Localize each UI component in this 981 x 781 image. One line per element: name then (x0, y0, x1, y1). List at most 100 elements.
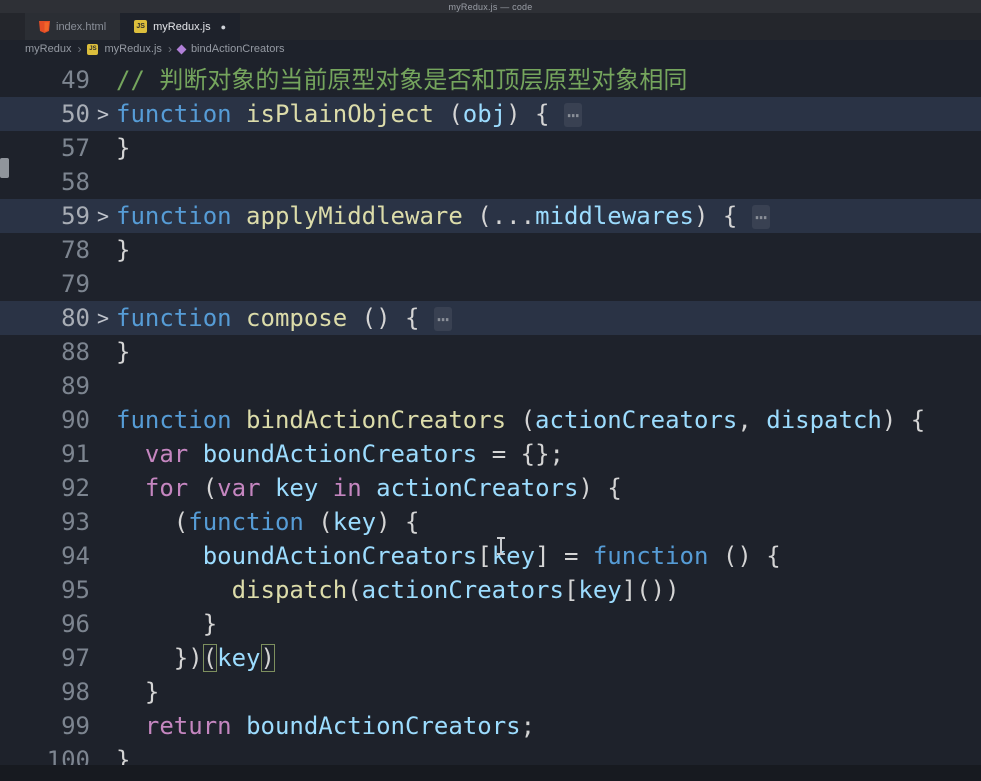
fold-gutter (90, 267, 116, 301)
token-fn: isPlainObject (246, 100, 434, 128)
token-kw: function (116, 304, 232, 332)
token-plain: }) (116, 644, 203, 672)
fold-chevron-icon[interactable]: > (90, 97, 116, 131)
code-line[interactable]: 57} (0, 131, 981, 165)
code-text: boundActionCreators[key] = function () { (116, 539, 981, 573)
token-plain: [ (477, 542, 492, 570)
code-text: // 判断对象的当前原型对象是否和顶层原型对象相同 (116, 63, 981, 97)
line-number[interactable]: 79 (0, 267, 90, 301)
line-number[interactable]: 59 (0, 199, 90, 233)
html-icon (39, 20, 50, 33)
code-editor[interactable]: 49// 判断对象的当前原型对象是否和顶层原型对象相同 50 > function i… (0, 58, 981, 781)
code-line[interactable]: 50 > function isPlainObject (obj) { ⋯ (0, 97, 981, 131)
code-line[interactable]: 88} (0, 335, 981, 369)
token-plain: ] = (535, 542, 593, 570)
token-comment: // 判断对象的当前原型对象是否和顶层原型对象相同 (116, 66, 688, 94)
code-line[interactable]: 91 var boundActionCreators = {}; (0, 437, 981, 471)
breadcrumb-item-bindactioncreators[interactable]: bindActionCreators (191, 43, 285, 55)
line-number[interactable]: 91 (0, 437, 90, 471)
breadcrumb-item-myredux[interactable]: myRedux (25, 43, 71, 55)
line-number[interactable]: 94 (0, 539, 90, 573)
fold-gutter (90, 709, 116, 743)
breadcrumb-item-myredux-js[interactable]: myRedux.js (104, 43, 161, 55)
tab-myredux-js[interactable]: JS myRedux.js ● (120, 13, 241, 40)
line-number[interactable]: 92 (0, 471, 90, 505)
code-line[interactable]: 49 // 判断对象的当前原型对象是否和顶层原型对象相同 (0, 63, 981, 97)
line-number[interactable]: 89 (0, 369, 90, 403)
token-plain: ( (188, 474, 218, 502)
line-number[interactable]: 58 (0, 165, 90, 199)
code-text: return boundActionCreators; (116, 709, 981, 743)
code-line[interactable]: 98 } (0, 675, 981, 709)
token-fn: dispatch (231, 576, 348, 604)
code-line[interactable]: 59 > function applyMiddleware (...middlewa… (0, 199, 981, 233)
code-line[interactable]: 90 function bindActionCreators (actionCre… (0, 403, 981, 437)
line-number[interactable]: 97 (0, 641, 90, 675)
code-line[interactable]: 80 > function compose () { ⋯ (0, 301, 981, 335)
line-number[interactable]: 57 (0, 131, 90, 165)
code-line[interactable]: 94 boundActionCreators[key] = function (… (0, 539, 981, 573)
token-param: key (578, 576, 622, 604)
code-text: function isPlainObject (obj) { ⋯ (116, 97, 981, 131)
token-plain: () { (347, 304, 434, 332)
code-line[interactable]: 89 (0, 369, 981, 403)
token-param: boundActionCreators (246, 712, 521, 740)
title-bar: myRedux.js — code (0, 0, 981, 13)
token-plain: [ (563, 576, 579, 604)
fold-chevron-icon[interactable]: > (90, 301, 116, 335)
line-number[interactable]: 93 (0, 505, 90, 539)
token-plain: } (116, 134, 131, 162)
token-fold: ⋯ (433, 307, 452, 331)
token-plain: ) { (578, 474, 622, 502)
token-param: key (217, 644, 261, 672)
fold-gutter (90, 233, 116, 267)
code-line[interactable]: 95 dispatch(actionCreators[key]()) (0, 573, 981, 607)
token-plain: ) { (376, 508, 420, 536)
fold-gutter (90, 641, 116, 675)
line-number[interactable]: 50 (0, 97, 90, 131)
line-number[interactable]: 49 (0, 63, 90, 97)
token-plain: ( (347, 576, 362, 604)
token-plain: } (116, 338, 131, 366)
code-line[interactable]: 78} (0, 233, 981, 267)
token-ctrl: var (144, 440, 189, 468)
token-plain: ... (491, 202, 536, 230)
fold-gutter (90, 335, 116, 369)
token-plain: } (116, 678, 160, 706)
token-ctrl: in (332, 474, 362, 502)
fold-chevron-icon[interactable]: > (90, 199, 116, 233)
line-number[interactable]: 88 (0, 335, 90, 369)
line-number[interactable]: 98 (0, 675, 90, 709)
code-line[interactable]: 97 })(key) (0, 641, 981, 675)
line-number[interactable]: 78 (0, 233, 90, 267)
line-number[interactable]: 80 (0, 301, 90, 335)
line-number[interactable]: 95 (0, 573, 90, 607)
token-plain: ]()) (621, 576, 680, 604)
line-number[interactable]: 90 (0, 403, 90, 437)
code-line[interactable]: 93 (function (key) { (0, 505, 981, 539)
code-text: (function (key) { (116, 505, 981, 539)
modified-dot-icon[interactable]: ● (221, 22, 226, 32)
token-plain: ( (462, 202, 492, 230)
line-number[interactable]: 99 (0, 709, 90, 743)
code-line[interactable]: 96 } (0, 607, 981, 641)
line-number[interactable]: 96 (0, 607, 90, 641)
token-fold: ⋯ (751, 205, 770, 229)
token-kw: function (116, 406, 232, 434)
code-line[interactable]: 99 return boundActionCreators; (0, 709, 981, 743)
fold-gutter (90, 573, 116, 607)
left-edge-artifact (0, 158, 9, 178)
token-param: actionCreators (535, 406, 738, 434)
code-line[interactable]: 79 (0, 267, 981, 301)
tab-index-html[interactable]: index.html (25, 13, 121, 40)
code-line[interactable]: 92 for (var key in actionCreators) { (0, 471, 981, 505)
chevron-right-icon: › (77, 42, 82, 56)
fold-gutter (90, 437, 116, 471)
code-line[interactable]: 58 (0, 165, 981, 199)
